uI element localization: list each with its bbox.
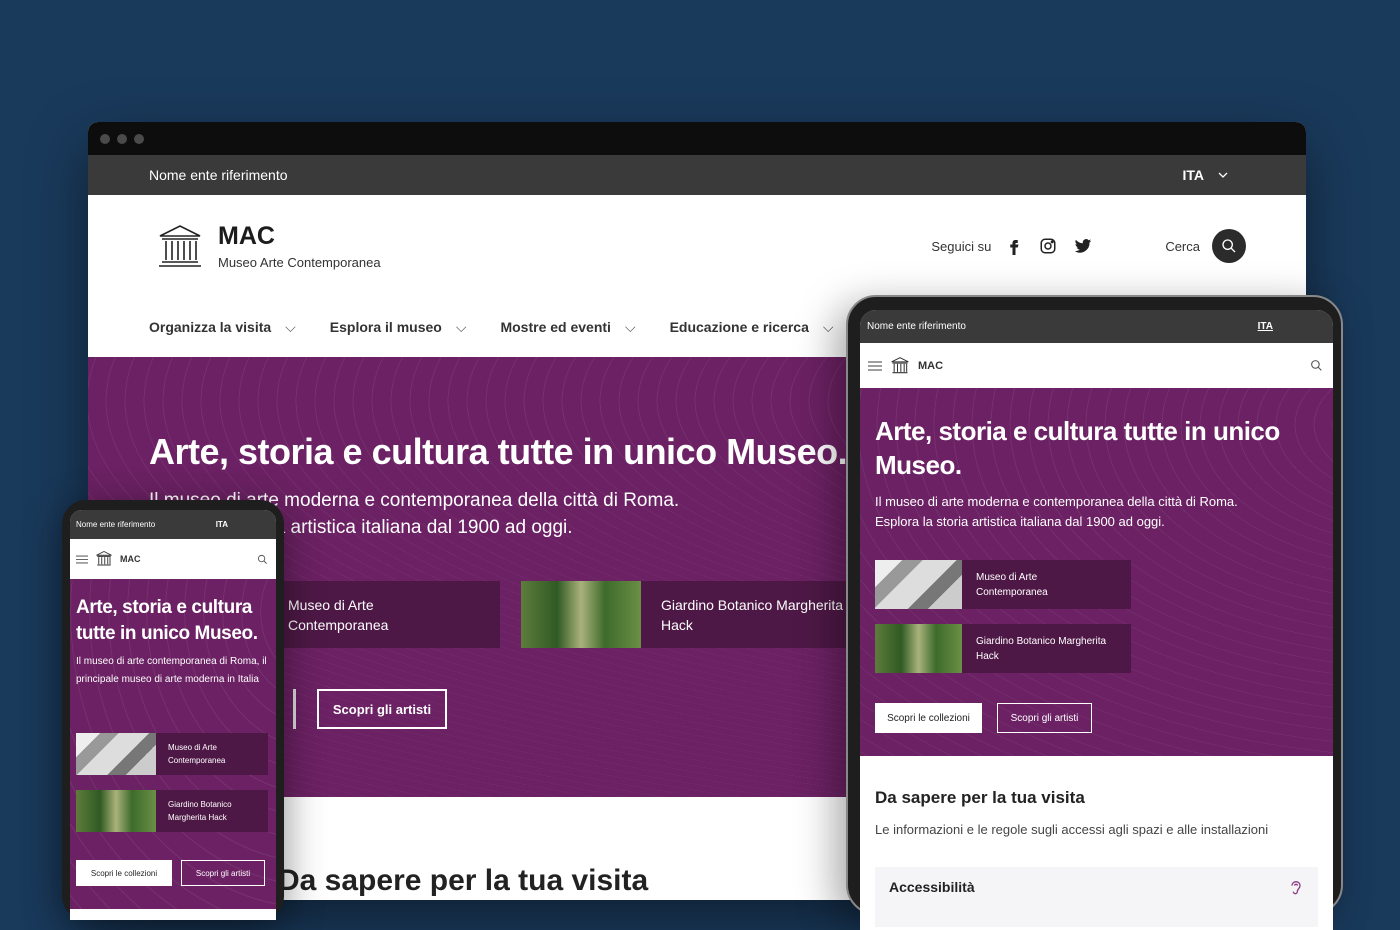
hamburger-icon[interactable] — [868, 360, 882, 371]
chevron-down-icon — [1218, 172, 1228, 178]
nav-label: Mostre ed eventi — [500, 318, 611, 335]
brand-name[interactable]: MAC — [918, 360, 943, 372]
nav-label: Organizza la visita — [149, 318, 272, 335]
nav-item-educazione[interactable]: Educazione e ricerca ⌵ — [670, 319, 834, 336]
instagram-icon[interactable] — [1039, 237, 1057, 255]
tablet-device: Nome ente riferimento ITA MAC Arte, stor… — [846, 295, 1343, 930]
card-label: Giardino Botanico Margherita Hack — [661, 596, 844, 633]
museum-image — [76, 733, 156, 775]
hamburger-icon[interactable] — [76, 555, 88, 564]
entity-link[interactable]: Nome ente riferimento — [149, 167, 288, 183]
museum-icon — [891, 356, 909, 373]
brand-name[interactable]: MAC — [120, 554, 141, 564]
chevron-down-icon: ⌵ — [822, 318, 834, 335]
garden-image — [875, 624, 962, 673]
facebook-icon[interactable] — [1005, 237, 1023, 255]
garden-image — [521, 581, 641, 648]
hero-card-museo[interactable]: Museo di Arte Contemporanea — [76, 733, 268, 775]
chevron-down-icon: ⌵ — [285, 318, 296, 335]
hero-card-museo[interactable]: Museo di Arte Contemporanea — [258, 581, 500, 648]
brand-tagline: Museo Arte Contemporanea — [218, 255, 381, 270]
museum-image — [875, 560, 962, 609]
hero-card-giardino[interactable]: Giardino Botanico Margherita Hack — [875, 624, 1131, 673]
search-icon — [1222, 239, 1236, 253]
card-label: Giardino Botanico Margherita Hack — [976, 635, 1107, 662]
hero-title: Arte, storia e cultura tutte in unico Mu… — [76, 597, 258, 644]
collections-button-edge[interactable] — [293, 689, 296, 729]
hero-card-museo[interactable]: Museo di Arte Contemporanea — [875, 560, 1131, 609]
nav-label: Educazione e ricerca — [669, 318, 809, 335]
header-right: Seguici su Cerca — [931, 229, 1246, 263]
museum-icon — [159, 225, 201, 267]
social-label: Seguici su — [931, 238, 992, 254]
hero-card-giardino[interactable]: Giardino Botanico Margherita Hack — [521, 581, 861, 648]
phone-screen: Nome ente riferimento ITA MAC Arte, stor… — [70, 510, 276, 920]
tablet-screen: Nome ente riferimento ITA MAC Arte, stor… — [860, 310, 1333, 930]
chevron-down-icon: ⌵ — [624, 318, 636, 335]
hero-title: Arte, storia e cultura tutte in unico Mu… — [875, 416, 1280, 480]
entity-link[interactable]: Nome ente riferimento — [867, 321, 966, 332]
nav-label: Esplora il museo — [329, 318, 442, 335]
search-label: Cerca — [1165, 238, 1200, 254]
center-header: MAC Museo Arte Contemporanea Seguici su … — [88, 195, 1306, 297]
museum-icon — [96, 550, 112, 566]
twitter-icon[interactable] — [1073, 237, 1093, 255]
accessibility-icon — [1291, 881, 1301, 895]
hero-line-2: Esplora la storia artistica italiana dal… — [875, 514, 1165, 529]
garden-image — [76, 790, 156, 832]
browser-chrome — [88, 122, 1306, 155]
language-selector[interactable]: ITA — [1182, 167, 1228, 183]
collections-button[interactable]: Scopri le collezioni — [76, 860, 172, 886]
collections-button[interactable]: Scopri le collezioni — [875, 703, 982, 733]
hero-description: Il museo di arte moderna e contemporanea… — [875, 492, 1315, 532]
tablet-slim-header: Nome ente riferimento ITA — [860, 310, 1333, 343]
nav-item-organizza[interactable]: Organizza la visita ⌵ — [149, 319, 296, 336]
slim-header: Nome ente riferimento ITA — [88, 155, 1306, 195]
hero-title: Arte, storia e cultura tutte in unico Mu… — [149, 431, 848, 472]
artists-button[interactable]: Scopri gli artisti — [317, 689, 447, 729]
section-title: Da sapere per la tua visita — [278, 864, 649, 897]
accordion-label: Accessibilità — [889, 879, 975, 895]
brand-name: MAC — [218, 222, 275, 250]
window-dot[interactable] — [134, 133, 144, 144]
artists-button[interactable]: Scopri gli artisti — [997, 703, 1092, 733]
card-label: Museo di Arte Contemporanea — [168, 743, 226, 765]
phone-slim-header: Nome ente riferimento ITA — [70, 510, 276, 539]
artists-button[interactable]: Scopri gli artisti — [181, 860, 265, 886]
hero-card-giardino[interactable]: Giardino Botanico Margherita Hack — [76, 790, 268, 832]
search-icon[interactable] — [257, 554, 268, 565]
brand[interactable]: MAC Museo Arte Contemporanea — [156, 222, 381, 270]
hero-line-1: Il museo di arte moderna e contemporanea… — [875, 494, 1238, 509]
entity-link[interactable]: Nome ente riferimento — [76, 520, 155, 529]
section-description: Le informazioni e le regole sugli access… — [875, 822, 1269, 837]
search-icon[interactable] — [1310, 359, 1323, 372]
tablet-hero: Arte, storia e cultura tutte in unico Mu… — [860, 388, 1333, 756]
language-label: ITA — [1182, 167, 1204, 183]
nav-item-esplora[interactable]: Esplora il museo ⌵ — [330, 319, 467, 336]
search-button[interactable] — [1212, 229, 1246, 263]
nav-item-mostre[interactable]: Mostre ed eventi ⌵ — [500, 319, 635, 336]
language-selector[interactable]: ITA — [216, 520, 228, 529]
language-selector[interactable]: ITA — [1258, 321, 1273, 332]
phone-header: MAC — [70, 539, 276, 579]
card-label: Giardino Botanico Margherita Hack — [168, 800, 232, 822]
accordion-accessibilita[interactable]: Accessibilità — [875, 867, 1318, 927]
card-label: Museo di Arte Contemporanea — [288, 596, 389, 633]
hero-description: Il museo di arte contemporanea di Roma, … — [76, 656, 267, 685]
window-dot[interactable] — [117, 133, 127, 144]
card-label: Museo di Arte Contemporanea — [976, 571, 1048, 598]
visit-info-section: Da sapere per la tua visita Le informazi… — [860, 756, 1333, 927]
phone-hero: Arte, storia e cultura tutte in unico Mu… — [70, 579, 276, 909]
section-title: Da sapere per la tua visita — [875, 788, 1085, 807]
chevron-down-icon: ⌵ — [455, 318, 467, 335]
phone-device: Nome ente riferimento ITA MAC Arte, stor… — [62, 500, 284, 920]
social-icons — [1005, 237, 1093, 255]
window-dot[interactable] — [100, 133, 110, 144]
tablet-header: MAC — [860, 343, 1333, 388]
